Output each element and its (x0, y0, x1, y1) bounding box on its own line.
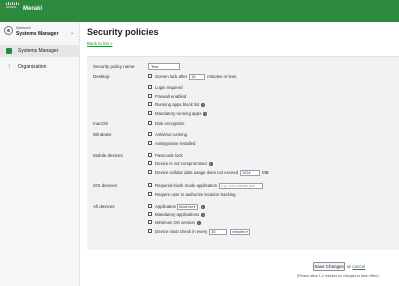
meraki-wordmark: Meraki (23, 6, 43, 12)
kiosk-mode-checkbox[interactable] (148, 183, 152, 188)
sidebar-item-label: Organization (18, 64, 47, 70)
antispyware-option: Antispyware installed (148, 140, 195, 147)
section-mobile-devices: Mobile devices (93, 153, 123, 158)
kiosk-mode-option: Required kiosk mode application e.g. com.… (148, 182, 265, 189)
section-windows: Windows (93, 132, 112, 137)
running-apps-block-option: Running apps block list i (148, 101, 206, 108)
policy-name-label: Security policy name (93, 64, 135, 69)
check-in-unit-select[interactable]: minutes ▾ (230, 228, 250, 235)
login-required-option: Login required (148, 84, 182, 91)
section-macos: macOS (93, 121, 109, 126)
section-ios-devices: iOS devices (93, 183, 118, 188)
info-icon[interactable]: i (196, 220, 201, 225)
kiosk-app-input[interactable]: e.g. com.meraki.pcc (219, 182, 264, 189)
mandatory-applications-checkbox[interactable] (148, 212, 152, 217)
passcode-lock-checkbox[interactable] (148, 153, 152, 158)
firewall-checkbox[interactable] (148, 94, 152, 99)
cancel-link[interactable]: cancel (352, 264, 365, 269)
cisco-wordmark: cisco (6, 4, 17, 9)
cisco-bars-icon (6, 2, 19, 5)
antivirus-option: Antivirus running (148, 131, 187, 138)
location-tracking-option: Require user to authorize location track… (148, 191, 236, 198)
save-changes-button[interactable]: Save Changes (313, 262, 345, 271)
network-selector[interactable]: Network Systems Manager ⌄ (0, 22, 80, 42)
check-in-checkbox[interactable] (148, 229, 152, 234)
changes-note: (Please allow 1-2 minutes for changes to… (297, 274, 380, 278)
disk-encryption-checkbox[interactable] (148, 121, 152, 126)
screen-lock-checkbox[interactable] (148, 74, 152, 79)
info-icon[interactable]: i (208, 161, 213, 166)
login-required-checkbox[interactable] (148, 85, 152, 90)
sidebar-item-organization[interactable]: ↑ Organization (0, 61, 80, 73)
policy-name-input[interactable]: Test (148, 63, 180, 70)
antispyware-checkbox[interactable] (148, 141, 152, 146)
cellular-usage-option: Device cellular data usage does not exce… (148, 169, 269, 176)
not-compromised-checkbox[interactable] (148, 161, 152, 166)
application-checkbox[interactable] (148, 204, 152, 209)
info-icon[interactable]: i (200, 204, 205, 209)
section-all-devices: All devices (93, 204, 115, 209)
firewall-option: Firewall enabled (148, 93, 186, 100)
screen-lock-minutes-input[interactable]: 15 (189, 73, 206, 80)
screen-lock-option: Screen lock after 15 minutes or less. (148, 73, 237, 80)
top-bar: cisco Meraki (0, 0, 399, 22)
page-title: Security policies (87, 27, 159, 37)
antivirus-checkbox[interactable] (148, 132, 152, 137)
cellular-limit-input[interactable]: 1024 (240, 169, 261, 176)
application-option: Application block list ▾ i (148, 203, 205, 210)
network-name: Systems Manager (16, 31, 59, 37)
section-desktop: Desktop (93, 74, 110, 79)
meraki-logo[interactable]: cisco Meraki (6, 2, 42, 12)
not-compromised-option: Device is not compromised i (148, 160, 213, 167)
info-icon[interactable]: i (201, 212, 206, 217)
network-icon (4, 26, 13, 35)
running-apps-block-checkbox[interactable] (148, 102, 152, 107)
location-tracking-checkbox[interactable] (148, 192, 152, 197)
network-label: Network (16, 25, 31, 30)
policy-form-panel (87, 56, 399, 250)
chevron-down-icon: ⌄ (70, 30, 75, 36)
check-in-option: Device must check in every 30 minutes ▾ (148, 228, 251, 235)
info-icon[interactable]: i (203, 111, 208, 116)
back-to-list-link[interactable]: Back to list » (87, 41, 113, 46)
organization-icon: ↑ (7, 64, 11, 70)
mandatory-running-apps-checkbox[interactable] (148, 111, 152, 116)
sidebar-item-label: Systems Manager (18, 48, 59, 54)
application-list-select[interactable]: block list ▾ (177, 203, 198, 210)
sidebar: Network Systems Manager ⌄ Systems Manage… (0, 22, 80, 286)
minimum-os-option: Minimum OS version i (148, 219, 201, 226)
or-cancel: or cancel (347, 264, 366, 269)
check-in-interval-input[interactable]: 30 (209, 228, 228, 235)
passcode-lock-option: Passcode lock (148, 152, 183, 159)
sidebar-item-systems-manager[interactable]: Systems Manager (0, 45, 80, 57)
cellular-usage-checkbox[interactable] (148, 170, 152, 175)
mandatory-running-apps-option: Mandatory running apps i (148, 110, 208, 117)
systems-manager-icon (6, 48, 12, 54)
minimum-os-checkbox[interactable] (148, 220, 152, 225)
disk-encryption-option: Disk encryption (148, 120, 184, 127)
info-icon[interactable]: i (201, 102, 206, 107)
mandatory-applications-option: Mandatory applications i (148, 211, 206, 218)
